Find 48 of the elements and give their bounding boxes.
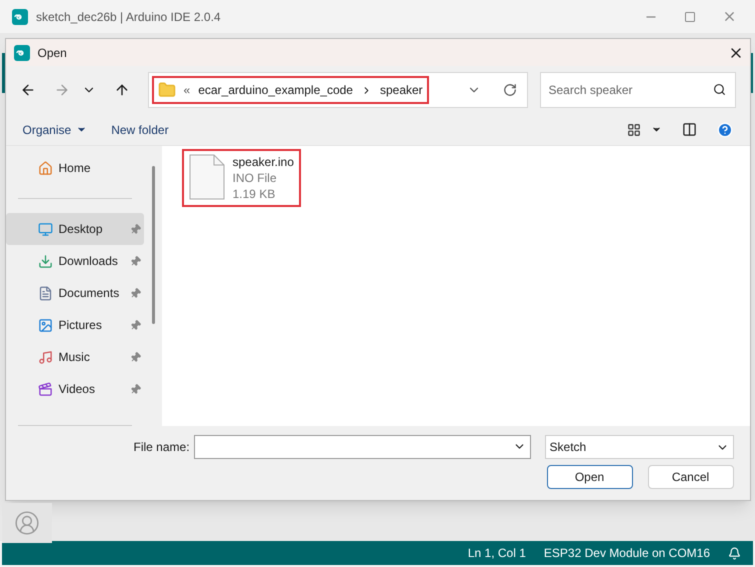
- document-icon: [38, 286, 52, 300]
- desktop-icon: [38, 222, 52, 236]
- sidebar-item[interactable]: Documents: [6, 277, 144, 309]
- scrollbar-thumb[interactable]: [152, 166, 154, 324]
- music-icon: [38, 350, 52, 364]
- back-icon[interactable]: [20, 82, 36, 98]
- dialog-logo-icon: [14, 44, 30, 60]
- folder-icon: [158, 81, 176, 99]
- file-type-dropdown[interactable]: Sketch: [544, 435, 734, 459]
- new-folder-button[interactable]: New folder: [111, 120, 169, 138]
- video-icon: [38, 382, 52, 396]
- refresh-icon[interactable]: [502, 83, 516, 97]
- preview-pane-icon[interactable]: [682, 122, 696, 137]
- file-type: INO File: [232, 170, 278, 186]
- help-icon[interactable]: [716, 122, 732, 138]
- cursor-position[interactable]: Ln 1, Col 1: [468, 544, 526, 562]
- breadcrumb-segment[interactable]: ecar_arduino_example_code: [198, 81, 353, 99]
- organise-button[interactable]: Organise: [22, 120, 88, 138]
- dialog-title: Open: [38, 44, 67, 62]
- open-button[interactable]: Open: [546, 465, 632, 489]
- file-icon: [188, 154, 224, 200]
- file-name-label: File name:: [134, 439, 190, 456]
- home-icon: [38, 160, 52, 176]
- sidebar-item[interactable]: Desktop: [6, 213, 144, 245]
- sidebar-item[interactable]: Downloads: [6, 245, 144, 277]
- window-title: sketch_dec26b | Arduino IDE 2.0.4: [36, 8, 221, 26]
- view-icon[interactable]: [626, 122, 640, 136]
- overflow-chevron[interactable]: «: [184, 81, 190, 99]
- app-logo-icon: [12, 8, 28, 24]
- file-size: 1.19 KB: [232, 186, 276, 202]
- file-name-field[interactable]: [194, 435, 531, 459]
- board-info[interactable]: ESP32 Dev Module on COM16: [544, 544, 710, 562]
- search-icon[interactable]: [712, 83, 726, 96]
- search-field[interactable]: Search speaker: [540, 72, 736, 108]
- sidebar-item[interactable]: Music: [6, 341, 144, 373]
- picture-icon: [38, 318, 52, 332]
- up-icon[interactable]: [114, 82, 130, 98]
- cancel-button[interactable]: Cancel: [648, 465, 734, 489]
- sidebar-item[interactable]: Videos: [6, 373, 144, 405]
- notification-icon[interactable]: [728, 546, 741, 560]
- file-name: speaker.ino: [232, 154, 294, 170]
- sidebar-item[interactable]: Pictures: [6, 309, 144, 341]
- sidebar-item[interactable]: Home: [6, 152, 144, 184]
- address-bar[interactable]: « ecar_arduino_example_code speaker: [148, 72, 528, 108]
- breadcrumb-segment[interactable]: speaker: [380, 81, 423, 99]
- download-icon: [38, 254, 52, 268]
- file-item[interactable]: speaker.ino INO File 1.19 KB: [182, 149, 301, 207]
- maximize-icon[interactable]: [684, 10, 696, 22]
